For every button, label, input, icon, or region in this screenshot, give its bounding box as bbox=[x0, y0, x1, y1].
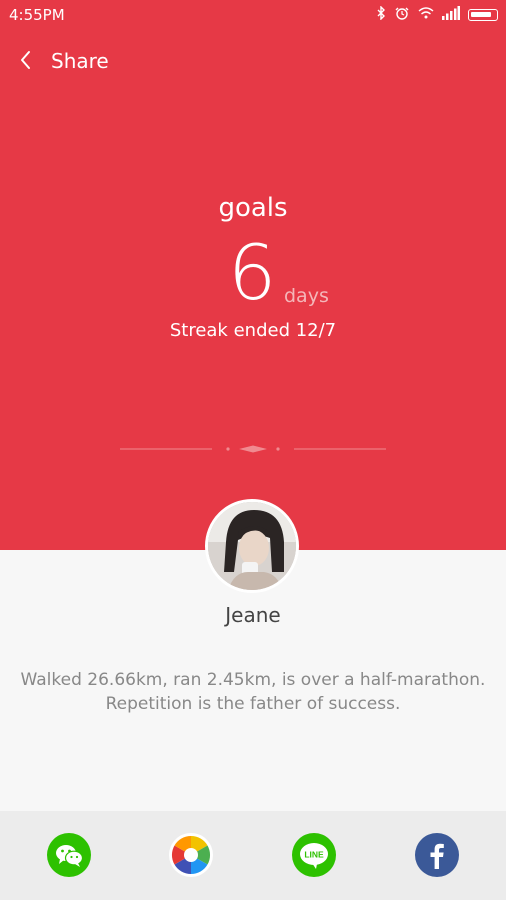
user-name: Jeane bbox=[225, 603, 281, 627]
share-facebook-button[interactable] bbox=[415, 833, 459, 877]
goals-label: goals bbox=[218, 193, 288, 223]
share-moments-button[interactable] bbox=[169, 833, 213, 877]
status-icons bbox=[376, 5, 498, 23]
goals-unit: days bbox=[284, 285, 329, 307]
battery-icon bbox=[468, 8, 498, 21]
facebook-icon bbox=[430, 843, 444, 869]
streak-text: Streak ended 12/7 bbox=[169, 320, 337, 341]
achievement-message: Walked 26.66km, ran 2.45km, is over a ha… bbox=[0, 668, 506, 716]
line-icon-label: LINE bbox=[304, 850, 324, 860]
signal-icon bbox=[442, 6, 460, 23]
page-title: Share bbox=[51, 49, 109, 73]
avatar bbox=[205, 499, 299, 593]
alarm-icon bbox=[394, 6, 410, 23]
status-time: 4:55PM bbox=[9, 6, 65, 24]
app-bar: Share bbox=[0, 40, 506, 84]
moments-icon bbox=[171, 835, 211, 875]
line-icon: LINE bbox=[300, 843, 328, 869]
wechat-icon bbox=[56, 845, 84, 867]
ornament-divider bbox=[120, 445, 386, 453]
bluetooth-icon bbox=[376, 5, 386, 23]
share-wechat-button[interactable] bbox=[47, 833, 91, 877]
message-line-2: Repetition is the father of success. bbox=[105, 694, 401, 714]
goals-count: 6 bbox=[228, 228, 277, 317]
wifi-icon bbox=[418, 6, 434, 23]
share-line-button[interactable]: LINE bbox=[292, 833, 336, 877]
back-icon[interactable] bbox=[14, 48, 38, 72]
status-bar: 4:55PM bbox=[0, 0, 506, 30]
message-line-1: Walked 26.66km, ran 2.45km, is over a ha… bbox=[20, 670, 486, 690]
